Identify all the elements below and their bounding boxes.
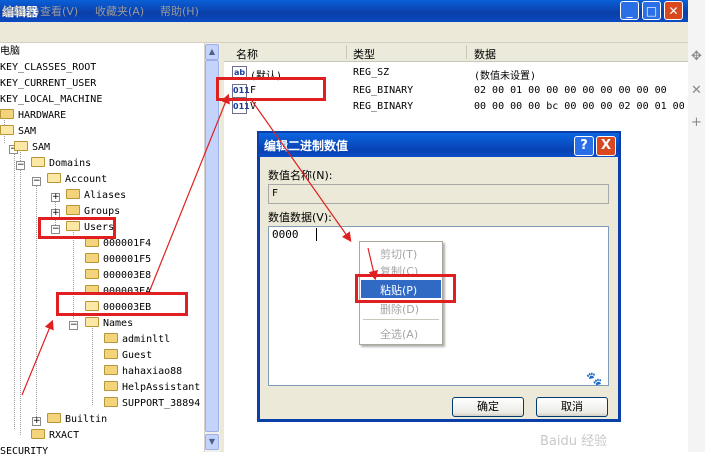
watermark-paw-icon: 🐾 [586,372,603,387]
arrow-to-editor [249,97,352,242]
arrow-to-user [21,319,54,396]
arrow-to-paste [367,247,379,281]
arrow-to-value [149,93,230,291]
watermark-text: Baidu 经验 [540,434,608,449]
